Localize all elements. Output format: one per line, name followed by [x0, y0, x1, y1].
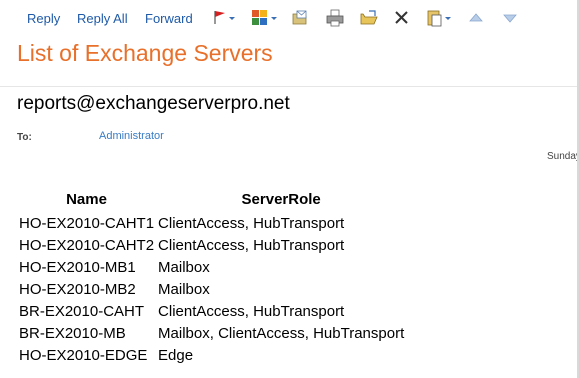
- column-header-serverrole: ServerRole: [241, 190, 321, 208]
- table-row: BR-EX2010-MB Mailbox, ClientAccess, HubT…: [17, 322, 406, 344]
- cell-name: BR-EX2010-MB: [19, 324, 126, 342]
- toolbar: Reply Reply All Forward: [0, 0, 579, 36]
- recipient-link[interactable]: Administrator: [99, 130, 164, 142]
- reply-all-button[interactable]: Reply All: [77, 11, 128, 26]
- cell-role: Mailbox: [158, 258, 210, 276]
- cell-role: ClientAccess, HubTransport: [158, 214, 345, 232]
- print-icon[interactable]: [325, 8, 345, 28]
- cell-role: Edge: [158, 346, 194, 364]
- paste-icon[interactable]: [425, 8, 451, 28]
- table-row: HO-EX2010-EDGE Edge: [17, 344, 406, 366]
- table-row: HO-EX2010-CAHT1 ClientAccess, HubTranspo…: [17, 212, 406, 234]
- cell-name: HO-EX2010-MB2: [19, 280, 136, 298]
- table-row: HO-EX2010-MB1 Mailbox: [17, 256, 406, 278]
- cell-name: HO-EX2010-CAHT2: [19, 236, 155, 254]
- cell-role: ClientAccess, HubTransport: [158, 236, 345, 254]
- categorize-icon[interactable]: [250, 8, 277, 28]
- cell-role: Mailbox: [158, 280, 210, 298]
- column-header-name: Name: [66, 190, 107, 208]
- header-divider: [0, 86, 579, 87]
- cell-role: Mailbox, ClientAccess, HubTransport: [158, 324, 405, 342]
- delete-icon[interactable]: [392, 8, 412, 28]
- flag-icon[interactable]: [210, 8, 235, 28]
- open-folder-icon[interactable]: [359, 8, 379, 28]
- sent-date: Sunday: [547, 151, 579, 162]
- sender-address: reports@exchangeserverpro.net: [17, 93, 290, 114]
- cell-role: ClientAccess, HubTransport: [158, 302, 345, 320]
- next-down-icon[interactable]: [500, 8, 520, 28]
- cell-name: HO-EX2010-EDGE: [19, 346, 148, 364]
- mail-reading-window: Reply Reply All Forward List of Exchange…: [0, 0, 579, 378]
- forward-button[interactable]: Forward: [145, 11, 193, 26]
- message-subject: List of Exchange Servers: [17, 40, 273, 66]
- move-icon[interactable]: [290, 8, 310, 28]
- cell-name: BR-EX2010-CAHT: [19, 302, 145, 320]
- server-table: Name ServerRole HO-EX2010-CAHT1 ClientAc…: [17, 190, 406, 366]
- table-row: BR-EX2010-CAHT ClientAccess, HubTranspor…: [17, 300, 406, 322]
- table-row: HO-EX2010-MB2 Mailbox: [17, 278, 406, 300]
- previous-up-icon[interactable]: [466, 8, 486, 28]
- table-header-row: Name ServerRole: [17, 190, 406, 212]
- table-row: HO-EX2010-CAHT2 ClientAccess, HubTranspo…: [17, 234, 406, 256]
- to-label: To:: [17, 132, 32, 143]
- cell-name: HO-EX2010-MB1: [19, 258, 136, 276]
- reply-button[interactable]: Reply: [27, 11, 60, 26]
- cell-name: HO-EX2010-CAHT1: [19, 214, 155, 232]
